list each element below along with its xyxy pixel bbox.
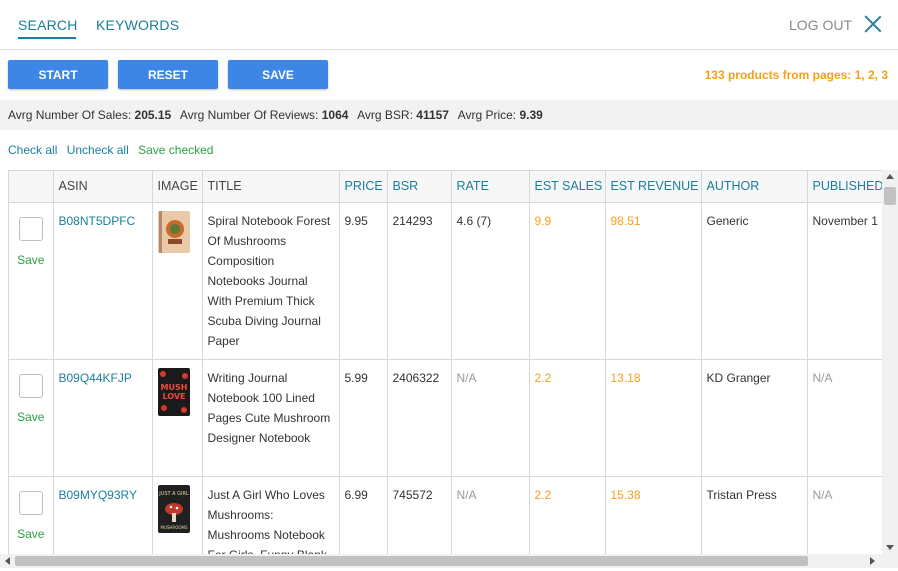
svg-text:JUST A GIRL: JUST A GIRL xyxy=(158,491,189,497)
product-thumbnail[interactable]: MUSH LOVE xyxy=(157,367,190,416)
vertical-scrollbar[interactable] xyxy=(882,170,898,554)
table-header-row: ASIN IMAGE TITLE PRICE BSR RATE EST SALE… xyxy=(9,171,882,203)
row-checkbox[interactable] xyxy=(18,490,43,515)
title-cell: Writing Journal Notebook 100 Lined Pages… xyxy=(202,359,340,477)
col-header-published[interactable]: PUBLISHED xyxy=(807,171,882,203)
bulk-actions: Check all Uncheck all Save checked xyxy=(8,143,219,157)
product-thumbnail[interactable] xyxy=(157,210,190,253)
start-button[interactable]: START xyxy=(8,60,108,89)
row-checkbox[interactable] xyxy=(18,216,43,241)
reset-button[interactable]: RESET xyxy=(118,60,218,89)
image-cell: MUSH LOVE xyxy=(152,359,203,477)
est-sales-cell: 2.2 xyxy=(529,359,606,477)
avg-reviews-value: 1064 xyxy=(321,108,349,122)
title-cell: Just A Girl Who Loves Mushrooms: Mushroo… xyxy=(202,476,340,554)
row-save-link[interactable]: Save xyxy=(9,250,53,270)
avg-sales-label: Avrg Number Of Sales: xyxy=(8,108,132,122)
vertical-scrollbar-thumb[interactable] xyxy=(884,187,896,205)
row-select-cell: Save xyxy=(9,359,54,477)
price-cell: 5.99 xyxy=(339,359,388,477)
title-cell: Spiral Notebook Forest Of Mushrooms Comp… xyxy=(202,202,340,360)
product-thumbnail[interactable]: JUST A GIRL MUSHROOMS xyxy=(157,484,190,533)
col-header-image: IMAGE xyxy=(152,171,203,203)
svg-text:LOVE: LOVE xyxy=(162,392,185,401)
rate-cell: N/A xyxy=(451,476,530,554)
asin-cell: B08NT5DPFC xyxy=(53,202,153,360)
svg-text:MUSH: MUSH xyxy=(160,383,187,392)
col-header-author[interactable]: AUTHOR xyxy=(701,171,808,203)
asin-link[interactable]: B09MYQ93RY xyxy=(59,488,138,502)
published-cell: N/A xyxy=(807,359,882,477)
uncheck-all-link[interactable]: Uncheck all xyxy=(67,143,129,157)
row-select-cell: Save xyxy=(9,476,54,554)
published-cell: November 1 xyxy=(807,202,882,360)
avg-price-value: 9.39 xyxy=(519,108,543,122)
avg-bsr-value: 41157 xyxy=(416,108,449,122)
col-header-est-revenue[interactable]: EST REVENUE xyxy=(605,171,702,203)
col-header-asin[interactable]: ASIN xyxy=(53,171,153,203)
save-checked-link[interactable]: Save checked xyxy=(138,143,213,157)
table-row: Save B08NT5DPFC Spiral Notebook Forest O… xyxy=(9,202,882,360)
products-summary: 133 products from pages: 1, 2, 3 xyxy=(704,68,888,82)
bsr-cell: 214293 xyxy=(387,202,452,360)
col-header-checkbox xyxy=(9,171,54,203)
asin-link[interactable]: B09Q44KFJP xyxy=(59,371,132,385)
bsr-cell: 745572 xyxy=(387,476,452,554)
table-row: Save B09MYQ93RY JUST A GIRL MUSHROOMS Ju… xyxy=(9,476,882,554)
asin-link[interactable]: B08NT5DPFC xyxy=(59,214,136,228)
scroll-up-arrow-icon[interactable] xyxy=(886,174,894,179)
check-all-link[interactable]: Check all xyxy=(8,143,57,157)
author-cell: Generic xyxy=(701,202,808,360)
col-header-bsr[interactable]: BSR xyxy=(387,171,452,203)
image-cell xyxy=(152,202,203,360)
horizontal-scrollbar-thumb[interactable] xyxy=(15,556,808,566)
col-header-price[interactable]: PRICE xyxy=(339,171,388,203)
est-sales-cell: 9.9 xyxy=(529,202,606,360)
est-revenue-cell: 15.38 xyxy=(605,476,702,554)
table-row: Save B09Q44KFJP MUSH LOVE Writing Journa… xyxy=(9,359,882,477)
col-header-title[interactable]: TITLE xyxy=(202,171,340,203)
price-cell: 9.95 xyxy=(339,202,388,360)
avg-reviews-label: Avrg Number Of Reviews: xyxy=(179,108,319,122)
active-tab-indicator xyxy=(18,37,76,39)
save-button[interactable]: SAVE xyxy=(228,60,328,89)
price-cell: 6.99 xyxy=(339,476,388,554)
products-table-container: ASIN IMAGE TITLE PRICE BSR RATE EST SALE… xyxy=(8,170,882,554)
avg-sales-value: 205.15 xyxy=(134,108,172,122)
scroll-left-arrow-icon[interactable] xyxy=(5,557,10,565)
svg-text:MUSHROOMS: MUSHROOMS xyxy=(160,525,187,530)
stats-summary: Avrg Number Of Sales: 205.15 Avrg Number… xyxy=(8,108,543,122)
row-save-link[interactable]: Save xyxy=(9,524,53,544)
row-checkbox[interactable] xyxy=(18,373,43,398)
asin-cell: B09Q44KFJP xyxy=(53,359,153,477)
asin-cell: B09MYQ93RY xyxy=(53,476,153,554)
col-header-rate[interactable]: RATE xyxy=(451,171,530,203)
est-revenue-cell: 98.51 xyxy=(605,202,702,360)
logout-link[interactable]: LOG OUT xyxy=(789,17,852,33)
est-revenue-cell: 13.18 xyxy=(605,359,702,477)
tab-search[interactable]: SEARCH xyxy=(18,17,78,33)
image-cell: JUST A GIRL MUSHROOMS xyxy=(152,476,203,554)
scroll-right-arrow-icon[interactable] xyxy=(870,557,875,565)
published-cell: N/A xyxy=(807,476,882,554)
est-sales-cell: 2.2 xyxy=(529,476,606,554)
close-icon[interactable] xyxy=(864,15,882,33)
row-save-link[interactable]: Save xyxy=(9,407,53,427)
tab-keywords[interactable]: KEYWORDS xyxy=(96,17,179,33)
author-cell: Tristan Press xyxy=(701,476,808,554)
col-header-est-sales[interactable]: EST SALES xyxy=(529,171,606,203)
bsr-cell: 2406322 xyxy=(387,359,452,477)
author-cell: KD Granger xyxy=(701,359,808,477)
scroll-down-arrow-icon[interactable] xyxy=(886,545,894,550)
products-table: ASIN IMAGE TITLE PRICE BSR RATE EST SALE… xyxy=(9,171,882,554)
row-select-cell: Save xyxy=(9,202,54,360)
avg-bsr-label: Avrg BSR: xyxy=(357,108,413,122)
rate-cell: 4.6 (7) xyxy=(451,202,530,360)
rate-cell: N/A xyxy=(451,359,530,477)
avg-price-label: Avrg Price: xyxy=(457,108,517,122)
